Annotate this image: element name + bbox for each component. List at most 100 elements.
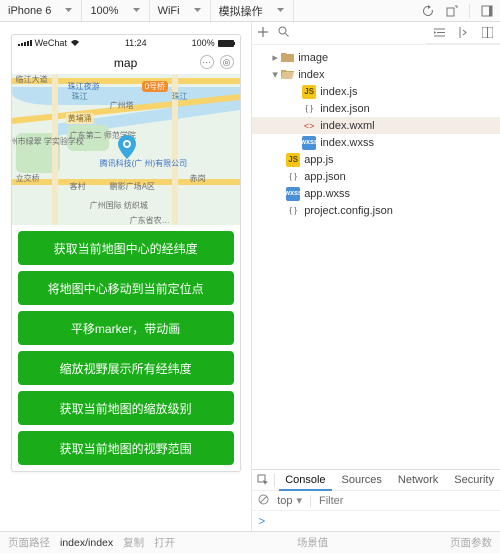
road — [52, 75, 58, 225]
tab-label: Security — [454, 474, 494, 486]
device-dropdown[interactable]: iPhone 6 — [0, 0, 82, 21]
signal-icon — [18, 40, 32, 46]
tree-file-index-wxml[interactable]: <> index.wxml — [252, 117, 500, 134]
get-center-button[interactable]: 获取当前地图中心的经纬度 — [18, 231, 234, 265]
button-label: 缩放视野展示所有经纬度 — [60, 360, 192, 377]
file-tree: ▸ image ▾ index JS index.js { } index.js… — [252, 45, 500, 223]
tab-network[interactable]: Network — [392, 470, 444, 490]
dock-icon[interactable] — [480, 4, 494, 18]
tree-folder-index[interactable]: ▾ index — [252, 66, 500, 83]
button-label: 平移marker，带动画 — [71, 320, 180, 337]
wxml-icon: <> — [302, 119, 316, 133]
tree-file-index-json[interactable]: { } index.json — [252, 100, 500, 117]
get-region-button[interactable]: 获取当前地图的视野范围 — [18, 431, 234, 465]
mock-dropdown[interactable]: 模拟操作 — [211, 0, 294, 21]
map-label: 珠江 — [172, 91, 188, 102]
zoom-dropdown[interactable]: 100% — [82, 0, 149, 21]
tree-folder-image[interactable]: ▸ image — [252, 49, 500, 66]
tree-file-index-wxss[interactable]: wxss index.wxss — [252, 134, 500, 151]
tree-label: index.wxml — [320, 120, 374, 132]
tree-label: index.json — [320, 103, 370, 115]
simulator-panel: WeChat 11:24 100% map ⋯ ◎ — [0, 22, 252, 531]
editor-toolbar — [252, 22, 500, 45]
ide-toolbar: iPhone 6 100% WiFi 模拟操作 — [0, 0, 500, 22]
button-label: 将地图中心移动到当前定位点 — [48, 280, 204, 297]
js-icon: JS — [302, 85, 316, 99]
map-label: 腾讯科技(广 州)有限公司 — [100, 159, 188, 168]
path-label: 页面路径 — [8, 535, 50, 550]
tab-sources[interactable]: Sources — [336, 470, 388, 490]
tree-label: index.wxss — [320, 137, 374, 149]
carrier-label: WeChat — [35, 38, 67, 48]
separator — [469, 4, 470, 18]
prompt-icon: > — [258, 514, 265, 528]
wifi-icon — [70, 38, 80, 48]
collapse-icon[interactable] — [456, 26, 470, 40]
chevron-down-icon — [277, 8, 283, 14]
network-dropdown[interactable]: WiFi — [150, 0, 211, 21]
folder-icon — [280, 51, 294, 65]
map-label: 广州国际 纺织城 — [90, 201, 148, 210]
scope-dropdown[interactable]: top ▾ — [277, 494, 302, 507]
button-label: 获取当前地图中心的经纬度 — [54, 240, 198, 257]
editor-panel: ▸ image ▾ index JS index.js { } index.js… — [252, 22, 500, 531]
button-label: 获取当前地图的视野范围 — [60, 440, 192, 457]
chevron-down-icon: ▾ — [296, 494, 302, 507]
map-marker-icon[interactable] — [118, 135, 136, 159]
open-link[interactable]: 打开 — [154, 535, 175, 550]
target-icon[interactable]: ◎ — [220, 55, 234, 69]
tree-file-app-json[interactable]: { } app.json — [252, 168, 500, 185]
tab-security[interactable]: Security — [448, 470, 500, 490]
scope-label: top — [277, 495, 292, 507]
translate-marker-button[interactable]: 平移marker，带动画 — [18, 311, 234, 345]
phone-navbar: map ⋯ ◎ — [12, 51, 240, 75]
tree-file-app-wxss[interactable]: wxss app.wxss — [252, 185, 500, 202]
zoom-label: 100% — [90, 5, 118, 17]
map-label: 黄埔涌 — [66, 113, 94, 124]
battery-icon — [218, 40, 234, 47]
tree-label: app.json — [304, 171, 346, 183]
wxss-icon: wxss — [286, 187, 300, 201]
refresh-icon[interactable] — [421, 4, 435, 18]
clear-console-icon[interactable] — [258, 494, 269, 508]
filter-input[interactable] — [319, 495, 494, 507]
move-to-location-button[interactable]: 将地图中心移动到当前定位点 — [18, 271, 234, 305]
params-label[interactable]: 页面参数 — [450, 535, 492, 550]
search-icon[interactable] — [278, 24, 289, 42]
map-label: 广州塔 — [110, 100, 134, 111]
separator — [310, 495, 311, 507]
tree-label: project.config.json — [304, 205, 393, 217]
chevron-right-icon: ▸ — [270, 51, 280, 64]
device-label: iPhone 6 — [8, 5, 51, 17]
chevron-down-icon — [194, 8, 200, 14]
map-view[interactable]: 临江大道 珠江 珠江 黄埔涌 珠江夜游 广州塔 0号桥 州市绿翠 学实验学校 广… — [12, 75, 240, 225]
plus-icon[interactable] — [258, 24, 268, 42]
tab-label: Network — [398, 474, 438, 486]
inspect-icon[interactable] — [256, 473, 270, 487]
include-points-button[interactable]: 缩放视野展示所有经纬度 — [18, 351, 234, 385]
map-label: 立交桥 — [16, 173, 40, 184]
console-prompt[interactable]: > — [252, 511, 500, 531]
tab-label: Sources — [342, 474, 382, 486]
get-scale-button[interactable]: 获取当前地图的缩放级别 — [18, 391, 234, 425]
map-label: 珠江夜游 — [68, 81, 100, 92]
statusbar-time: 11:24 — [125, 38, 147, 48]
tree-file-index-js[interactable]: JS index.js — [252, 83, 500, 100]
tree-file-project-config[interactable]: { } project.config.json — [252, 202, 500, 219]
layout-icon[interactable] — [480, 26, 494, 40]
tab-console[interactable]: Console — [279, 470, 331, 491]
network-label: WiFi — [158, 5, 180, 17]
indent-icon[interactable] — [432, 26, 446, 40]
map-label: 客村 — [70, 181, 86, 192]
js-icon: JS — [286, 153, 300, 167]
copy-link[interactable]: 复制 — [123, 535, 144, 550]
console-toolbar: top ▾ — [252, 491, 500, 511]
page-title: map — [114, 56, 137, 70]
devtools-tabs: Console Sources Network Security — [252, 469, 500, 491]
more-icon[interactable]: ⋯ — [200, 55, 214, 69]
rotate-icon[interactable] — [445, 4, 459, 18]
map-label: 鹏影广场A区 — [110, 181, 155, 192]
tree-file-app-js[interactable]: JS app.js — [252, 151, 500, 168]
chevron-down-icon — [133, 8, 139, 14]
scene-label[interactable]: 场景值 — [185, 535, 440, 550]
